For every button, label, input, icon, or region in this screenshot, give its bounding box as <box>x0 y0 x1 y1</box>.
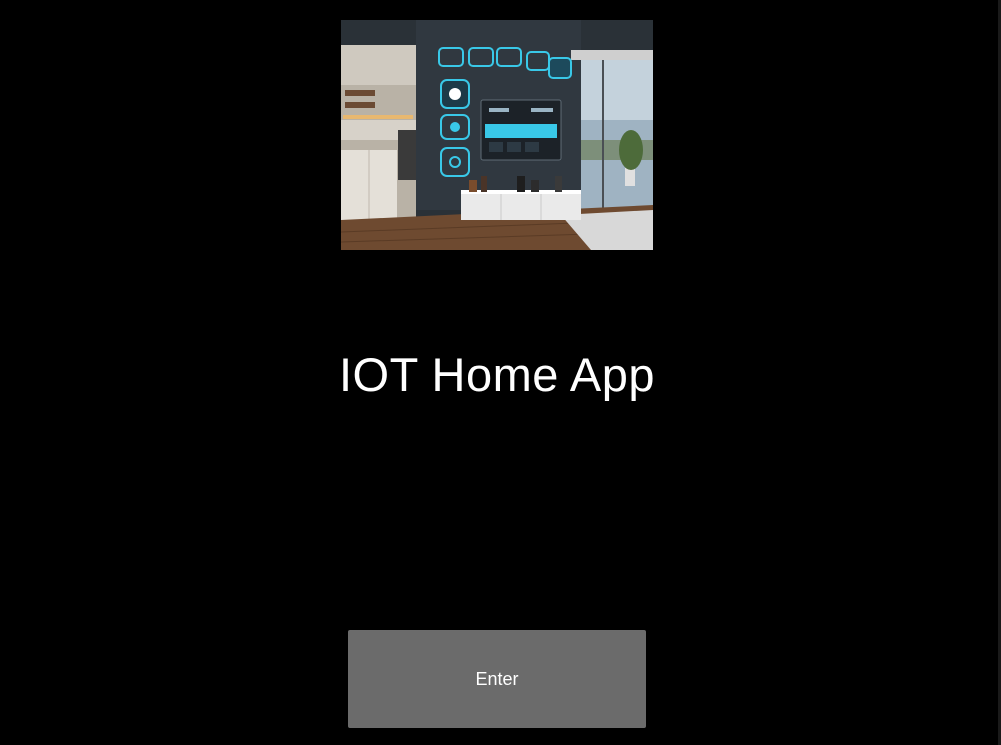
enter-button[interactable]: Enter <box>348 630 646 728</box>
splash-screen: IOT Home App Enter <box>0 0 1001 745</box>
enter-button-label: Enter <box>475 668 519 689</box>
app-title: IOT Home App <box>339 348 655 401</box>
hero-image <box>341 20 653 250</box>
